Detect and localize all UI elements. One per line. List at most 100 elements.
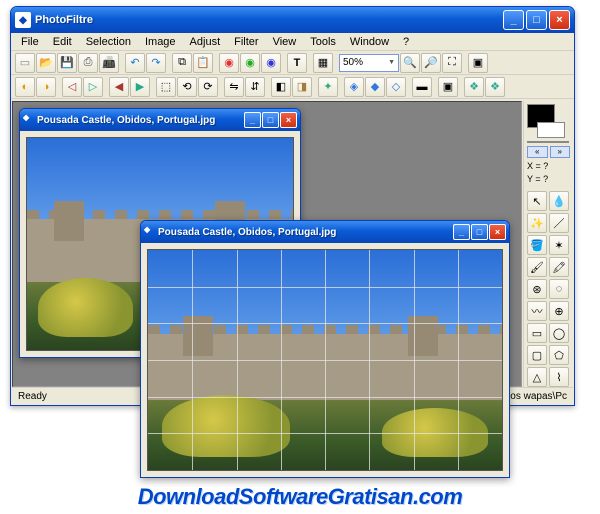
child-title: Pousada Castle, Obidos, Portugal.jpg xyxy=(158,227,452,238)
fill-tool-icon[interactable]: 🪣 xyxy=(527,235,547,255)
separator xyxy=(57,77,61,97)
lasso-select-icon[interactable]: ⌇ xyxy=(549,367,569,387)
contrast-plus-icon[interactable]: ▶ xyxy=(130,77,150,97)
child-titlebar[interactable]: ◆ Pousada Castle, Obidos, Portugal.jpg _… xyxy=(20,109,300,131)
child-minimize-button[interactable]: _ xyxy=(244,112,261,128)
titlebar[interactable]: ◆ PhotoFiltre _ □ × xyxy=(11,7,574,33)
image-window-puzzle[interactable]: ◆ Pousada Castle, Obidos, Portugal.jpg _… xyxy=(140,220,510,478)
auto-contrast-icon[interactable]: ◑ xyxy=(36,77,56,97)
menu-view[interactable]: View xyxy=(267,35,303,50)
image-canvas-puzzle[interactable] xyxy=(147,249,503,471)
pointer-tool-icon[interactable]: ↖ xyxy=(527,191,547,211)
separator xyxy=(104,77,108,97)
wand-tool-icon[interactable]: ✨ xyxy=(527,213,547,233)
separator xyxy=(339,77,343,97)
sharpen-icon[interactable]: ◆ xyxy=(365,77,385,97)
plugin1-icon[interactable]: ❖ xyxy=(464,77,484,97)
child-titlebar[interactable]: ◆ Pousada Castle, Obidos, Portugal.jpg _… xyxy=(141,221,509,243)
tool-grid: ↖ 💧 ✨ ／ 🪣 ✶ 🖌 🖍 ⊛ ◌ 〰 ⊕ ▭ ◯ ▢ ⬠ △ ⌇ xyxy=(527,191,570,387)
plugin2-icon[interactable]: ❖ xyxy=(485,77,505,97)
menu-help[interactable]: ? xyxy=(397,35,415,50)
spray-tool-icon[interactable]: ✶ xyxy=(549,235,569,255)
zoom-in-icon[interactable]: 🔎 xyxy=(421,53,441,73)
menu-adjust[interactable]: Adjust xyxy=(184,35,227,50)
minimize-button[interactable]: _ xyxy=(503,10,524,30)
tools-panel: « » X = ? Y = ? ↖ 💧 ✨ ／ 🪣 ✶ 🖌 🖍 ⊛ ◌ 〰 ⊕ … xyxy=(523,101,573,387)
flip-h-icon[interactable]: ⇋ xyxy=(224,77,244,97)
menu-file[interactable]: File xyxy=(15,35,45,50)
crop-icon[interactable]: ⬚ xyxy=(156,77,176,97)
copy-icon[interactable]: ⧉ xyxy=(172,53,192,73)
flip-v-icon[interactable]: ⇵ xyxy=(245,77,265,97)
zoom-fit-icon[interactable]: ⛶ xyxy=(442,53,462,73)
child-close-button[interactable]: × xyxy=(280,112,297,128)
separator xyxy=(219,77,223,97)
gamma-minus-icon[interactable]: ◁ xyxy=(62,77,82,97)
brush-tool-icon[interactable]: 🖌 xyxy=(527,257,547,277)
separator xyxy=(167,53,171,73)
palette-prev-button[interactable]: « xyxy=(527,146,548,158)
rotate-left-icon[interactable]: ⟲ xyxy=(177,77,197,97)
gamma-plus-icon[interactable]: ▷ xyxy=(83,77,103,97)
module-icon[interactable]: ▣ xyxy=(438,77,458,97)
child-minimize-button[interactable]: _ xyxy=(453,224,470,240)
smudge-tool-icon[interactable]: 〰 xyxy=(527,301,547,321)
new-icon[interactable]: ▭ xyxy=(15,53,35,73)
image-manager-icon[interactable]: ▦ xyxy=(313,53,333,73)
gradient-icon[interactable]: ▬ xyxy=(412,77,432,97)
clone-tool-icon[interactable]: ⊕ xyxy=(549,301,569,321)
menu-image[interactable]: Image xyxy=(139,35,182,50)
zoom-combo[interactable]: 50% xyxy=(339,54,399,72)
print-icon[interactable]: ⎙ xyxy=(78,53,98,73)
auto-levels-icon[interactable]: ◐ xyxy=(15,77,35,97)
open-icon[interactable]: 📂 xyxy=(36,53,56,73)
roundrect-select-icon[interactable]: ▢ xyxy=(527,345,547,365)
separator xyxy=(266,77,270,97)
menu-selection[interactable]: Selection xyxy=(80,35,137,50)
rgb-blue-icon[interactable]: ◉ xyxy=(261,53,281,73)
triangle-select-icon[interactable]: △ xyxy=(527,367,547,387)
sepia-icon[interactable]: ◨ xyxy=(292,77,312,97)
scanner-icon[interactable]: 📠 xyxy=(99,53,119,73)
zoom-out-icon[interactable]: 🔍 xyxy=(400,53,420,73)
child-maximize-button[interactable]: □ xyxy=(262,112,279,128)
file-icon: ◆ xyxy=(23,113,37,127)
save-icon[interactable]: 💾 xyxy=(57,53,77,73)
dust-icon[interactable]: ✦ xyxy=(318,77,338,97)
zoom-value: 50% xyxy=(343,57,363,68)
blur-icon[interactable]: ◇ xyxy=(386,77,406,97)
menu-tools[interactable]: Tools xyxy=(304,35,342,50)
advanced-brush-icon[interactable]: 🖍 xyxy=(549,257,569,277)
fullscreen-icon[interactable]: ▣ xyxy=(468,53,488,73)
undo-icon[interactable]: ↶ xyxy=(125,53,145,73)
child-close-button[interactable]: × xyxy=(489,224,506,240)
close-button[interactable]: × xyxy=(549,10,570,30)
rgb-green-icon[interactable]: ◉ xyxy=(240,53,260,73)
background-color-swatch[interactable] xyxy=(537,122,565,138)
rotate-right-icon[interactable]: ⟳ xyxy=(198,77,218,97)
palette-next-button[interactable]: » xyxy=(550,146,571,158)
contrast-minus-icon[interactable]: ◀ xyxy=(109,77,129,97)
rect-select-icon[interactable]: ▭ xyxy=(527,323,547,343)
blur-tool-icon[interactable]: ◌ xyxy=(549,279,569,299)
grayscale-icon[interactable]: ◧ xyxy=(271,77,291,97)
polygon-select-icon[interactable]: ⬠ xyxy=(549,345,569,365)
soften-icon[interactable]: ◈ xyxy=(344,77,364,97)
line-tool-icon[interactable]: ／ xyxy=(549,213,569,233)
menu-edit[interactable]: Edit xyxy=(47,35,78,50)
menu-filter[interactable]: Filter xyxy=(228,35,264,50)
stamp-tool-icon[interactable]: ⊛ xyxy=(527,279,547,299)
pipette-tool-icon[interactable]: 💧 xyxy=(549,191,569,211)
ellipse-select-icon[interactable]: ◯ xyxy=(549,323,569,343)
maximize-button[interactable]: □ xyxy=(526,10,547,30)
rgb-red-icon[interactable]: ◉ xyxy=(219,53,239,73)
child-maximize-button[interactable]: □ xyxy=(471,224,488,240)
redo-icon[interactable]: ↷ xyxy=(146,53,166,73)
text-icon[interactable]: T xyxy=(287,53,307,73)
menu-window[interactable]: Window xyxy=(344,35,395,50)
watermark-text: DownloadSoftwareGratisan.com xyxy=(0,484,600,510)
separator xyxy=(407,77,411,97)
color-picker-palette[interactable] xyxy=(527,141,569,143)
paste-icon[interactable]: 📋 xyxy=(193,53,213,73)
file-icon: ◆ xyxy=(144,225,158,239)
